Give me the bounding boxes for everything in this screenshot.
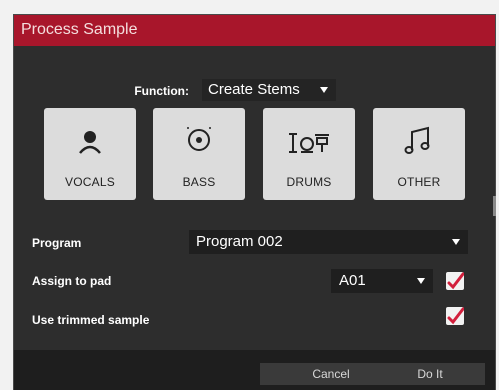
stem-vocals-button[interactable]: VOCALS — [44, 108, 136, 200]
stem-drums-label: DRUMS — [286, 175, 332, 189]
chevron-down-icon — [452, 239, 460, 245]
process-sample-dialog: Process Sample — [13, 14, 496, 390]
function-select[interactable]: Create Stems — [202, 79, 336, 101]
assign-to-pad-label: Assign to pad — [32, 274, 112, 288]
stem-bass-label: BASS — [182, 175, 216, 189]
use-trimmed-sample-checkbox[interactable] — [446, 307, 465, 325]
program-value: Program 002 — [196, 233, 283, 250]
checkmark-icon — [447, 307, 465, 325]
dialog-title: Process Sample — [21, 21, 138, 38]
stem-other-label: OTHER — [397, 175, 441, 189]
function-label: Function: — [134, 84, 189, 98]
chevron-down-icon — [320, 87, 328, 93]
chevron-down-icon — [417, 278, 425, 284]
pad-select[interactable]: A01 — [331, 269, 433, 293]
stem-bass-button[interactable]: BASS — [153, 108, 245, 200]
assign-to-pad-checkbox[interactable] — [446, 272, 465, 290]
pad-value: A01 — [339, 272, 366, 289]
stem-vocals-label: VOCALS — [65, 175, 115, 189]
stem-drums-button[interactable]: DRUMS — [263, 108, 355, 200]
scrollbar-handle[interactable] — [493, 196, 496, 216]
do-it-button[interactable]: Do It — [375, 363, 485, 385]
program-label: Program — [32, 236, 82, 250]
program-select[interactable]: Program 002 — [189, 230, 468, 254]
title-bar: Process Sample — [14, 15, 495, 46]
stem-other-button[interactable]: OTHER — [373, 108, 465, 200]
use-trimmed-sample-label: Use trimmed sample — [32, 313, 150, 327]
checkmark-icon — [447, 272, 465, 290]
function-value: Create Stems — [208, 81, 300, 98]
